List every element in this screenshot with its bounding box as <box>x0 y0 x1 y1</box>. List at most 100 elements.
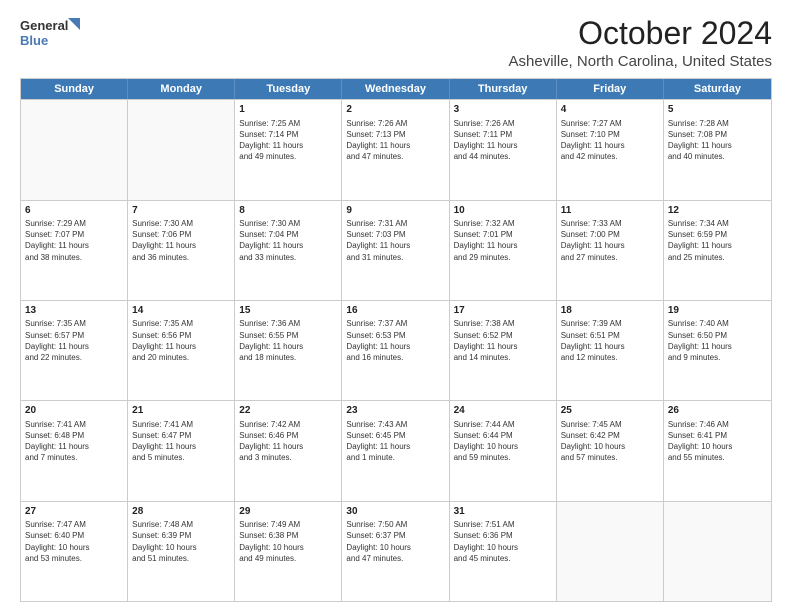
calendar-week-row: 27Sunrise: 7:47 AM Sunset: 6:40 PM Dayli… <box>21 501 771 601</box>
page: General Blue October 2024 Asheville, Nor… <box>0 0 792 612</box>
calendar-day-header: Monday <box>128 79 235 99</box>
cell-text: Sunrise: 7:44 AM Sunset: 6:44 PM Dayligh… <box>454 419 552 464</box>
calendar-cell: 29Sunrise: 7:49 AM Sunset: 6:38 PM Dayli… <box>235 502 342 601</box>
calendar-day-header: Tuesday <box>235 79 342 99</box>
calendar-cell: 8Sunrise: 7:30 AM Sunset: 7:04 PM Daylig… <box>235 201 342 300</box>
cell-text: Sunrise: 7:42 AM Sunset: 6:46 PM Dayligh… <box>239 419 337 464</box>
cell-text: Sunrise: 7:34 AM Sunset: 6:59 PM Dayligh… <box>668 218 767 263</box>
day-number: 26 <box>668 404 767 418</box>
calendar-week-row: 13Sunrise: 7:35 AM Sunset: 6:57 PM Dayli… <box>21 300 771 400</box>
day-number: 5 <box>668 103 767 117</box>
calendar-cell: 31Sunrise: 7:51 AM Sunset: 6:36 PM Dayli… <box>450 502 557 601</box>
calendar-cell: 28Sunrise: 7:48 AM Sunset: 6:39 PM Dayli… <box>128 502 235 601</box>
cell-text: Sunrise: 7:51 AM Sunset: 6:36 PM Dayligh… <box>454 519 552 564</box>
cell-text: Sunrise: 7:38 AM Sunset: 6:52 PM Dayligh… <box>454 318 552 363</box>
calendar-cell: 7Sunrise: 7:30 AM Sunset: 7:06 PM Daylig… <box>128 201 235 300</box>
day-number: 24 <box>454 404 552 418</box>
day-number: 29 <box>239 505 337 519</box>
cell-text: Sunrise: 7:45 AM Sunset: 6:42 PM Dayligh… <box>561 419 659 464</box>
day-number: 25 <box>561 404 659 418</box>
cell-text: Sunrise: 7:43 AM Sunset: 6:45 PM Dayligh… <box>346 419 444 464</box>
calendar-cell: 2Sunrise: 7:26 AM Sunset: 7:13 PM Daylig… <box>342 100 449 199</box>
calendar-week-row: 6Sunrise: 7:29 AM Sunset: 7:07 PM Daylig… <box>21 200 771 300</box>
calendar-cell: 23Sunrise: 7:43 AM Sunset: 6:45 PM Dayli… <box>342 401 449 500</box>
cell-text: Sunrise: 7:33 AM Sunset: 7:00 PM Dayligh… <box>561 218 659 263</box>
cell-text: Sunrise: 7:40 AM Sunset: 6:50 PM Dayligh… <box>668 318 767 363</box>
calendar-cell <box>128 100 235 199</box>
cell-text: Sunrise: 7:50 AM Sunset: 6:37 PM Dayligh… <box>346 519 444 564</box>
day-number: 6 <box>25 204 123 218</box>
day-number: 12 <box>668 204 767 218</box>
calendar-cell: 17Sunrise: 7:38 AM Sunset: 6:52 PM Dayli… <box>450 301 557 400</box>
subtitle: Asheville, North Carolina, United States <box>509 53 772 70</box>
day-number: 7 <box>132 204 230 218</box>
calendar-day-header: Thursday <box>450 79 557 99</box>
day-number: 11 <box>561 204 659 218</box>
calendar-cell: 21Sunrise: 7:41 AM Sunset: 6:47 PM Dayli… <box>128 401 235 500</box>
cell-text: Sunrise: 7:31 AM Sunset: 7:03 PM Dayligh… <box>346 218 444 263</box>
cell-text: Sunrise: 7:28 AM Sunset: 7:08 PM Dayligh… <box>668 118 767 163</box>
day-number: 28 <box>132 505 230 519</box>
cell-text: Sunrise: 7:47 AM Sunset: 6:40 PM Dayligh… <box>25 519 123 564</box>
cell-text: Sunrise: 7:39 AM Sunset: 6:51 PM Dayligh… <box>561 318 659 363</box>
day-number: 19 <box>668 304 767 318</box>
calendar-cell: 30Sunrise: 7:50 AM Sunset: 6:37 PM Dayli… <box>342 502 449 601</box>
day-number: 21 <box>132 404 230 418</box>
calendar-body: 1Sunrise: 7:25 AM Sunset: 7:14 PM Daylig… <box>21 99 771 601</box>
day-number: 4 <box>561 103 659 117</box>
cell-text: Sunrise: 7:35 AM Sunset: 6:56 PM Dayligh… <box>132 318 230 363</box>
cell-text: Sunrise: 7:37 AM Sunset: 6:53 PM Dayligh… <box>346 318 444 363</box>
calendar-cell: 24Sunrise: 7:44 AM Sunset: 6:44 PM Dayli… <box>450 401 557 500</box>
main-title: October 2024 <box>509 16 772 51</box>
day-number: 18 <box>561 304 659 318</box>
day-number: 22 <box>239 404 337 418</box>
header: General Blue October 2024 Asheville, Nor… <box>20 16 772 70</box>
day-number: 14 <box>132 304 230 318</box>
cell-text: Sunrise: 7:49 AM Sunset: 6:38 PM Dayligh… <box>239 519 337 564</box>
cell-text: Sunrise: 7:27 AM Sunset: 7:10 PM Dayligh… <box>561 118 659 163</box>
day-number: 2 <box>346 103 444 117</box>
day-number: 1 <box>239 103 337 117</box>
calendar-cell <box>21 100 128 199</box>
cell-text: Sunrise: 7:48 AM Sunset: 6:39 PM Dayligh… <box>132 519 230 564</box>
calendar-day-header: Sunday <box>21 79 128 99</box>
calendar-cell: 4Sunrise: 7:27 AM Sunset: 7:10 PM Daylig… <box>557 100 664 199</box>
svg-text:General: General <box>20 18 68 33</box>
cell-text: Sunrise: 7:36 AM Sunset: 6:55 PM Dayligh… <box>239 318 337 363</box>
calendar-cell <box>557 502 664 601</box>
day-number: 30 <box>346 505 444 519</box>
day-number: 8 <box>239 204 337 218</box>
title-block: October 2024 Asheville, North Carolina, … <box>509 16 772 70</box>
day-number: 3 <box>454 103 552 117</box>
cell-text: Sunrise: 7:30 AM Sunset: 7:04 PM Dayligh… <box>239 218 337 263</box>
calendar-day-header: Friday <box>557 79 664 99</box>
cell-text: Sunrise: 7:29 AM Sunset: 7:07 PM Dayligh… <box>25 218 123 263</box>
calendar-cell: 20Sunrise: 7:41 AM Sunset: 6:48 PM Dayli… <box>21 401 128 500</box>
logo-icon: General Blue <box>20 16 80 52</box>
cell-text: Sunrise: 7:35 AM Sunset: 6:57 PM Dayligh… <box>25 318 123 363</box>
calendar-cell: 3Sunrise: 7:26 AM Sunset: 7:11 PM Daylig… <box>450 100 557 199</box>
cell-text: Sunrise: 7:26 AM Sunset: 7:13 PM Dayligh… <box>346 118 444 163</box>
day-number: 9 <box>346 204 444 218</box>
calendar-cell: 10Sunrise: 7:32 AM Sunset: 7:01 PM Dayli… <box>450 201 557 300</box>
day-number: 23 <box>346 404 444 418</box>
cell-text: Sunrise: 7:46 AM Sunset: 6:41 PM Dayligh… <box>668 419 767 464</box>
calendar-cell: 26Sunrise: 7:46 AM Sunset: 6:41 PM Dayli… <box>664 401 771 500</box>
calendar-cell: 13Sunrise: 7:35 AM Sunset: 6:57 PM Dayli… <box>21 301 128 400</box>
cell-text: Sunrise: 7:41 AM Sunset: 6:48 PM Dayligh… <box>25 419 123 464</box>
calendar-cell: 15Sunrise: 7:36 AM Sunset: 6:55 PM Dayli… <box>235 301 342 400</box>
calendar-cell: 6Sunrise: 7:29 AM Sunset: 7:07 PM Daylig… <box>21 201 128 300</box>
calendar-cell: 1Sunrise: 7:25 AM Sunset: 7:14 PM Daylig… <box>235 100 342 199</box>
cell-text: Sunrise: 7:30 AM Sunset: 7:06 PM Dayligh… <box>132 218 230 263</box>
calendar-cell: 27Sunrise: 7:47 AM Sunset: 6:40 PM Dayli… <box>21 502 128 601</box>
day-number: 20 <box>25 404 123 418</box>
calendar-week-row: 1Sunrise: 7:25 AM Sunset: 7:14 PM Daylig… <box>21 99 771 199</box>
cell-text: Sunrise: 7:26 AM Sunset: 7:11 PM Dayligh… <box>454 118 552 163</box>
cell-text: Sunrise: 7:32 AM Sunset: 7:01 PM Dayligh… <box>454 218 552 263</box>
calendar-day-header: Wednesday <box>342 79 449 99</box>
calendar-cell: 11Sunrise: 7:33 AM Sunset: 7:00 PM Dayli… <box>557 201 664 300</box>
calendar-cell: 18Sunrise: 7:39 AM Sunset: 6:51 PM Dayli… <box>557 301 664 400</box>
calendar-cell: 9Sunrise: 7:31 AM Sunset: 7:03 PM Daylig… <box>342 201 449 300</box>
day-number: 10 <box>454 204 552 218</box>
day-number: 15 <box>239 304 337 318</box>
